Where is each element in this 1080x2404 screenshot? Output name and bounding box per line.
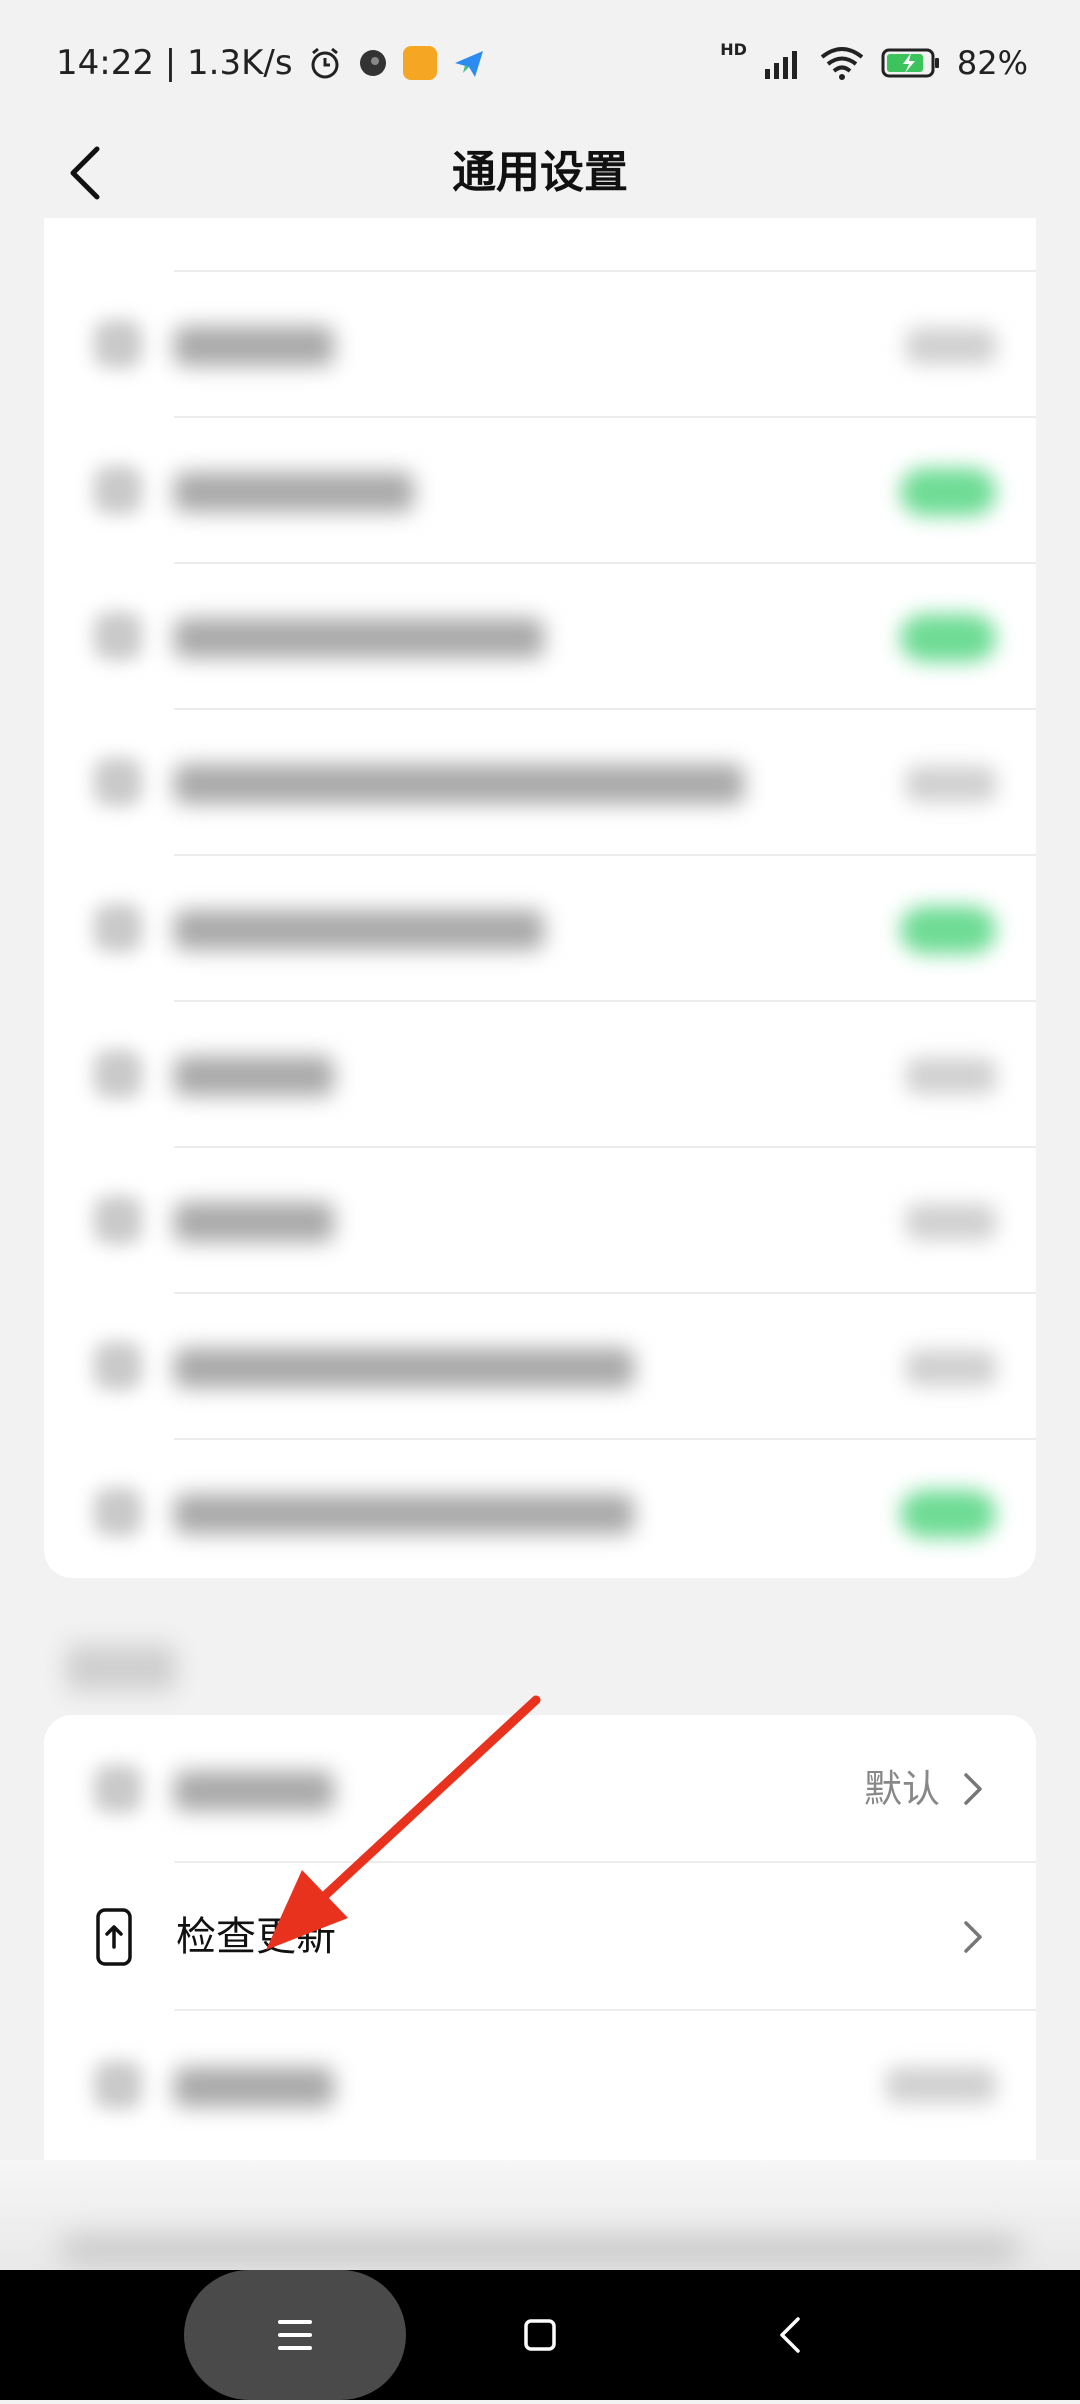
list-item[interactable] [44, 418, 1036, 564]
page-title: 通用设置 [452, 147, 628, 198]
list-item[interactable] [44, 856, 1036, 1002]
bottom-blur [60, 2236, 1020, 2264]
list-item[interactable] [44, 1002, 1036, 1148]
list-item[interactable] [44, 710, 1036, 856]
chevron-right-icon [964, 1921, 982, 1953]
app-header: 通用设置 [0, 128, 1080, 218]
chevron-right-icon [964, 1773, 982, 1805]
list-item[interactable] [44, 1148, 1036, 1294]
list-item[interactable] [44, 272, 1036, 418]
system-back-button[interactable] [750, 2270, 830, 2400]
list-item[interactable] [44, 218, 1036, 272]
status-left: 14:22 | 1.3K/s [56, 38, 487, 88]
alarm-icon [311, 47, 339, 79]
check-update-label: 检查更新 [176, 1914, 336, 1960]
section-header-blurred [66, 1645, 176, 1691]
list-item[interactable] [44, 1440, 1036, 1578]
check-update-row[interactable]: 检查更新 [44, 1863, 1036, 2011]
status-right: HD 82% [720, 38, 1028, 88]
phone-upload-icon [96, 1908, 132, 1966]
battery-percent: 82% [956, 44, 1028, 82]
list-item[interactable] [44, 564, 1036, 710]
notes-app-icon [402, 46, 437, 80]
status-time-speed: 14:22 | 1.3K/s [56, 43, 293, 83]
menu-icon [278, 2320, 312, 2350]
menu-button[interactable] [184, 2270, 406, 2400]
app-dot-icon [359, 50, 386, 76]
square-icon [524, 2319, 556, 2351]
list-item[interactable] [44, 2011, 1036, 2159]
home-button[interactable] [500, 2270, 580, 2400]
status-bar: 14:22 | 1.3K/s HD 82% [0, 0, 1080, 128]
settings-card-general: 默认 检查更新 [44, 1715, 1036, 2160]
signal-icon [764, 51, 797, 79]
back-triangle-icon [780, 2317, 800, 2353]
default-setting-row[interactable]: 默认 [44, 1715, 1036, 1863]
list-item[interactable] [44, 1294, 1036, 1440]
paper-plane-icon [454, 51, 483, 77]
battery-icon [881, 48, 939, 78]
default-value: 默认 [863, 1767, 940, 1811]
settings-card-blurred [44, 218, 1036, 1578]
wifi-icon [820, 47, 864, 80]
hd-label: HD [720, 39, 747, 59]
